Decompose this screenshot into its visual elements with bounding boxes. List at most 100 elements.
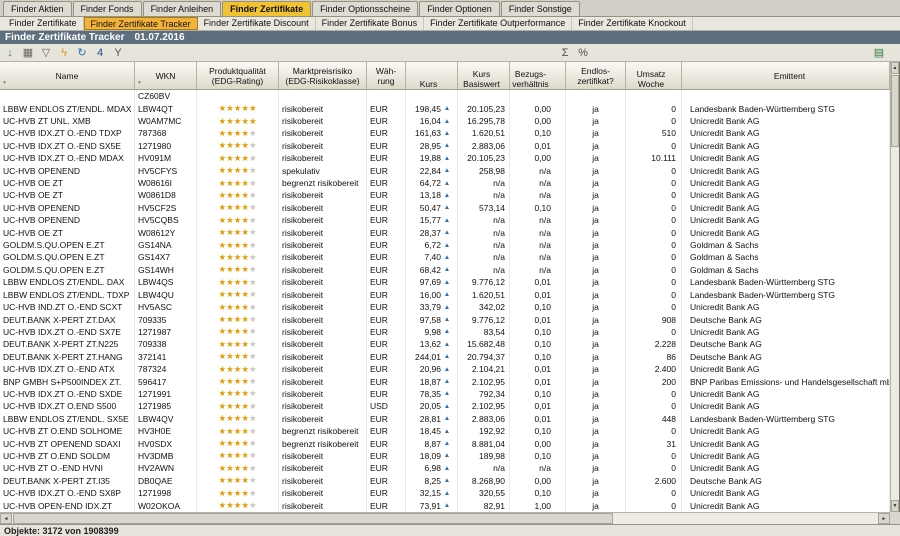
- table-row[interactable]: GOLDM.S.QU.OPEN E.ZTGS14NA★★★★★risikober…: [0, 239, 890, 251]
- scroll-left-icon[interactable]: ◄: [0, 513, 12, 524]
- table-row[interactable]: UC-HVB IDX.ZT O.END S5001271985★★★★★risi…: [0, 400, 890, 412]
- cell-emit: Unicredit Bank AG: [682, 115, 890, 127]
- filter-icon[interactable]: ▽: [39, 46, 53, 60]
- column-header-ratio[interactable]: Bezugs-verhältnis: [510, 62, 566, 89]
- scroll-right-icon[interactable]: ►: [878, 513, 890, 524]
- excel-export-icon[interactable]: ▤: [872, 46, 886, 60]
- table-row[interactable]: UC-HVB ZT O.-END HVNIHV2AWN★★★★★risikobe…: [0, 462, 890, 474]
- table-row[interactable]: UC-HVB OPENENDHV5CQBS★★★★★risikobereitEU…: [0, 214, 890, 226]
- price-trend-icon: ▲: [443, 316, 451, 323]
- cell-wkn: 709335: [135, 313, 197, 325]
- star-icon: ★: [249, 289, 257, 300]
- main-tab-finder-anleihen[interactable]: Finder Anleihen: [143, 1, 222, 16]
- table-row[interactable]: UC-HVB OPEN-END IDX.ZTW02OKOA★★★★★risiko…: [0, 499, 890, 511]
- main-tab-finder-fonds[interactable]: Finder Fonds: [73, 1, 142, 16]
- main-tab-finder-sonstige[interactable]: Finder Sonstige: [501, 1, 580, 16]
- table-row[interactable]: UC-HVB IDX.ZT O.-END SX5E1271980★★★★★ris…: [0, 140, 890, 152]
- table-row[interactable]: GOLDM.S.QU.OPEN E.ZTGS14WH★★★★★risikober…: [0, 264, 890, 276]
- table-row[interactable]: UC-HVB IDX.ZT O.-END MDAXHV091M★★★★★risi…: [0, 152, 890, 164]
- column-filter-icon[interactable]: ▼: [137, 78, 142, 88]
- main-tab-finder-zertifikate[interactable]: Finder Zertifikate: [222, 1, 311, 16]
- star-icon: ★: [226, 252, 234, 263]
- column-header-wkn[interactable]: WKN▼: [135, 62, 197, 89]
- export-icon[interactable]: ↓: [3, 46, 17, 60]
- table-row[interactable]: LBBW ENDLOS ZT/ENDL. TDXPLBW4QU★★★★★risi…: [0, 289, 890, 301]
- percent-icon[interactable]: %: [576, 46, 590, 60]
- table-row[interactable]: UC-HVB IDX.ZT O.-END SX7E1271987★★★★★ris…: [0, 326, 890, 338]
- table-row[interactable]: DEUT.BANK X-PERT ZT.DAX709335★★★★★risiko…: [0, 313, 890, 325]
- cell-wkn: HV5CF2S: [135, 202, 197, 214]
- table-row[interactable]: LBBW ENDLOS ZT/ENDL. MDAXLBW4QT★★★★★risi…: [0, 102, 890, 114]
- table-icon[interactable]: ▦: [21, 46, 35, 60]
- main-tab-finder-optionsscheine[interactable]: Finder Optionsscheine: [312, 1, 418, 16]
- star-icon: ★: [226, 302, 234, 313]
- table-row[interactable]: UC-HVB OPENENDHV5CF2S★★★★★risikobereitEU…: [0, 202, 890, 214]
- cell-cur: EUR: [367, 313, 406, 325]
- table-row[interactable]: UC-HVB IND.ZT O.-END SCXTHV5ASC★★★★★risi…: [0, 301, 890, 313]
- horizontal-scroll-track[interactable]: [12, 513, 878, 524]
- table-row[interactable]: UC-HVB IDX.ZT O.-END SXDE1271991★★★★★ris…: [0, 388, 890, 400]
- cell-cur: EUR: [367, 375, 406, 387]
- table-row[interactable]: LBBW ENDLOS ZT/ENDL. SX5ELBW4QV★★★★★risi…: [0, 413, 890, 425]
- refresh-icon[interactable]: ↻: [75, 46, 89, 60]
- sub-tab-finder-zertifikate-bonus[interactable]: Finder Zertifikate Bonus: [316, 17, 425, 30]
- cell-rating: ★★★★★: [197, 375, 279, 387]
- table-row[interactable]: UC-HVB IDX.ZT O.-END TDXP787368★★★★★risi…: [0, 127, 890, 139]
- kurs-value: 64,72: [420, 178, 441, 188]
- table-row[interactable]: UC-HVB OPENENDHV5CFYS★★★★★spekulativEUR2…: [0, 164, 890, 176]
- table-row[interactable]: DEUT.BANK X-PERT ZT.HANG372141★★★★★risik…: [0, 351, 890, 363]
- sub-tab-finder-zertifikate-knockout[interactable]: Finder Zertifikate Knockout: [572, 17, 693, 30]
- column-header-bas[interactable]: KursBasiswert: [458, 62, 510, 89]
- vertical-scroll-track[interactable]: [891, 74, 899, 500]
- column-header-endlos[interactable]: Endlos-zertifikat?: [566, 62, 626, 89]
- table-row[interactable]: DEUT.BANK X-PERT ZT.N225709338★★★★★risik…: [0, 338, 890, 350]
- cell-kurs: 161,63▲: [406, 127, 458, 139]
- table-row[interactable]: UC-HVB ZT O.END SOLHOMEHV3H0E★★★★★begren…: [0, 425, 890, 437]
- column-header-emit[interactable]: Emittent: [682, 62, 890, 89]
- table-row[interactable]: UC-HVB ZT UNL. XMBW0AM7MC★★★★★risikobere…: [0, 115, 890, 127]
- column-filter-icon[interactable]: ▼: [2, 78, 7, 88]
- table-row[interactable]: UC-HVB IDX.ZT O.-END SX8P1271998★★★★★ris…: [0, 487, 890, 499]
- table-row[interactable]: BNP GMBH S+P500INDEX ZT.596417★★★★★risik…: [0, 375, 890, 387]
- column-header-name[interactable]: Name▼: [0, 62, 135, 89]
- sum-icon[interactable]: Σ: [558, 46, 572, 60]
- kurs-value: 28,81: [420, 414, 441, 424]
- cell-risk: risikobereit: [279, 226, 367, 238]
- merge-icon[interactable]: Y: [111, 46, 125, 60]
- star-icon: ★: [249, 215, 257, 226]
- flash-icon[interactable]: ϟ: [57, 46, 71, 60]
- table-row[interactable]: UC-HVB IDX.ZT O.-END ATX787324★★★★★risik…: [0, 363, 890, 375]
- cell-wkn: HV3H0E: [135, 425, 197, 437]
- column-header-umsatz[interactable]: UmsatzWoche: [626, 62, 682, 89]
- main-tab-finder-optionen[interactable]: Finder Optionen: [419, 1, 500, 16]
- column-header-cur[interactable]: Wäh-rung: [367, 62, 406, 89]
- table-row[interactable]: UC-HVB ZT OPENEND SDAXIHV0SDX★★★★★begren…: [0, 437, 890, 449]
- cell-risk: spekulativ: [279, 164, 367, 176]
- table-row[interactable]: UC-HVB ZT O.END SOLDMHV3DMB★★★★★risikobe…: [0, 450, 890, 462]
- table-row[interactable]: CZ60BV: [0, 90, 890, 102]
- cell-rating: ★★★★★: [197, 338, 279, 350]
- table-row[interactable]: LBBW ENDLOS ZT/ENDL. DAXLBW4QS★★★★★risik…: [0, 276, 890, 288]
- column-header-risk[interactable]: Marktpreisrisiko(EDG-Risikoklasse): [279, 62, 367, 89]
- table-row[interactable]: UC-HVB OE ZTW0861D8★★★★★risikobereitEUR1…: [0, 189, 890, 201]
- sub-tab-finder-zertifikate[interactable]: Finder Zertifikate: [3, 17, 84, 30]
- column-header-rating[interactable]: Produktqualität(EDG-Rating): [197, 62, 279, 89]
- column-header-kurs[interactable]: Kurs: [406, 62, 458, 89]
- table-row[interactable]: GOLDM.S.QU.OPEN E.ZTGS14X7★★★★★risikober…: [0, 251, 890, 263]
- main-tab-finder-aktien[interactable]: Finder Aktien: [3, 1, 72, 16]
- scroll-up-icon[interactable]: ▲: [891, 62, 899, 74]
- table-row[interactable]: UC-HVB OE ZTW08616I★★★★★begrenzt risikob…: [0, 177, 890, 189]
- sub-tab-finder-zertifikate-discount[interactable]: Finder Zertifikate Discount: [198, 17, 316, 30]
- star-icon: ★: [241, 302, 249, 313]
- sub-tab-finder-zertifikate-outperformance[interactable]: Finder Zertifikate Outperformance: [424, 17, 572, 30]
- horizontal-scroll-thumb[interactable]: [13, 513, 613, 524]
- scroll-down-icon[interactable]: ▼: [891, 500, 899, 512]
- cell-name: DEUT.BANK X-PERT ZT.I35: [0, 475, 135, 487]
- table-row[interactable]: UC-HVB OE ZTW08612Y★★★★★risikobereitEUR2…: [0, 226, 890, 238]
- toolbar-group-middle: Σ%: [558, 46, 590, 60]
- table-row[interactable]: DEUT.BANK X-PERT ZT.I35DB0QAE★★★★★risiko…: [0, 475, 890, 487]
- sub-tab-finder-zertifikate-tracker[interactable]: Finder Zertifikate Tracker: [84, 17, 198, 30]
- preset-4-icon[interactable]: 4: [93, 46, 107, 60]
- star-icon: ★: [234, 190, 242, 201]
- vertical-scroll-thumb[interactable]: [891, 75, 899, 147]
